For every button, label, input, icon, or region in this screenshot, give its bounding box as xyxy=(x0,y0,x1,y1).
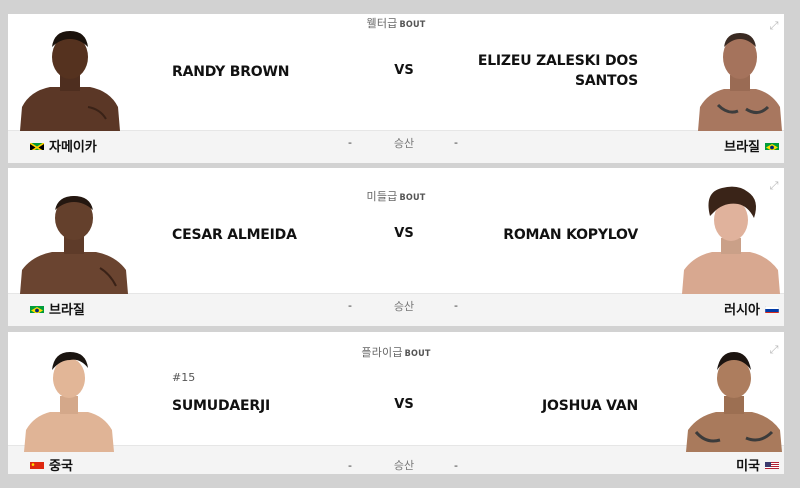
method-label: 승산 xyxy=(393,459,415,472)
brazil-flag-icon xyxy=(30,304,44,313)
brazil-flag-icon xyxy=(765,141,779,150)
jamaica-flag-icon xyxy=(30,141,44,150)
method-label: 승산 xyxy=(393,300,415,313)
red-country-name: 중국 xyxy=(49,459,73,474)
red-fighter-photo[interactable] xyxy=(24,344,114,452)
weight-class-label: 플라이급 BOUT xyxy=(361,346,431,359)
usa-flag-icon xyxy=(765,460,779,469)
blue-country-name: 러시아 xyxy=(724,303,760,318)
blue-fighter-country: 미국 xyxy=(736,455,779,474)
red-result: - xyxy=(348,136,352,149)
method-label: 승산 xyxy=(393,137,415,150)
red-fighter-rank: #15 xyxy=(172,371,196,384)
blue-result: - xyxy=(454,136,458,149)
blue-fighter-country: 브라질 xyxy=(724,136,779,155)
vs-label: VS xyxy=(394,226,414,241)
blue-fighter-name[interactable]: ROMAN KOPYLOV xyxy=(503,225,638,245)
red-result: - xyxy=(348,459,352,472)
blue-fighter-photo[interactable] xyxy=(682,182,780,294)
russia-flag-icon xyxy=(765,304,779,313)
red-country-name: 브라질 xyxy=(49,303,85,318)
red-result: - xyxy=(348,299,352,312)
weight-class-label: 웰터급 BOUT xyxy=(366,17,426,30)
blue-fighter-name-line2: SANTOS xyxy=(575,73,638,89)
fight-card-3[interactable]: 플라이급 BOUT ⤢ #15 SUMUDAERJI VS JOSHUA VAN … xyxy=(8,332,784,474)
blue-fighter-photo[interactable] xyxy=(698,21,782,131)
blue-fighter-photo[interactable] xyxy=(686,344,782,452)
vs-label: VS xyxy=(394,63,414,78)
red-fighter-country: 자메이카 xyxy=(30,136,97,155)
china-flag-icon xyxy=(30,460,44,469)
red-fighter-name[interactable]: SUMUDAERJI xyxy=(172,396,270,416)
red-fighter-photo[interactable] xyxy=(20,19,120,131)
vs-label: VS xyxy=(394,397,414,412)
blue-fighter-name[interactable]: ELIZEU ZALESKI DOS SANTOS xyxy=(478,51,638,91)
blue-country-name: 브라질 xyxy=(724,140,760,155)
blue-result: - xyxy=(454,299,458,312)
blue-fighter-country: 러시아 xyxy=(724,299,779,318)
red-fighter-name[interactable]: RANDY BROWN xyxy=(172,62,289,82)
red-fighter-photo[interactable] xyxy=(20,184,128,294)
red-fighter-name[interactable]: CESAR ALMEIDA xyxy=(172,225,297,245)
blue-fighter-name-line1: ELIZEU ZALESKI DOS xyxy=(477,53,638,69)
red-fighter-country: 브라질 xyxy=(30,299,85,318)
fight-card-2[interactable]: 미들급 BOUT ⤢ CESAR ALMEIDA VS ROMAN KOPYLOV… xyxy=(8,168,784,326)
blue-result: - xyxy=(454,459,458,472)
blue-country-name: 미국 xyxy=(736,459,760,474)
fight-card-1[interactable]: 웰터급 BOUT ⤢ RANDY BROWN VS ELIZEU ZALESKI … xyxy=(8,14,784,163)
red-country-name: 자메이카 xyxy=(49,140,97,155)
blue-fighter-name[interactable]: JOSHUA VAN xyxy=(542,396,638,416)
red-fighter-country: 중국 xyxy=(30,455,73,474)
